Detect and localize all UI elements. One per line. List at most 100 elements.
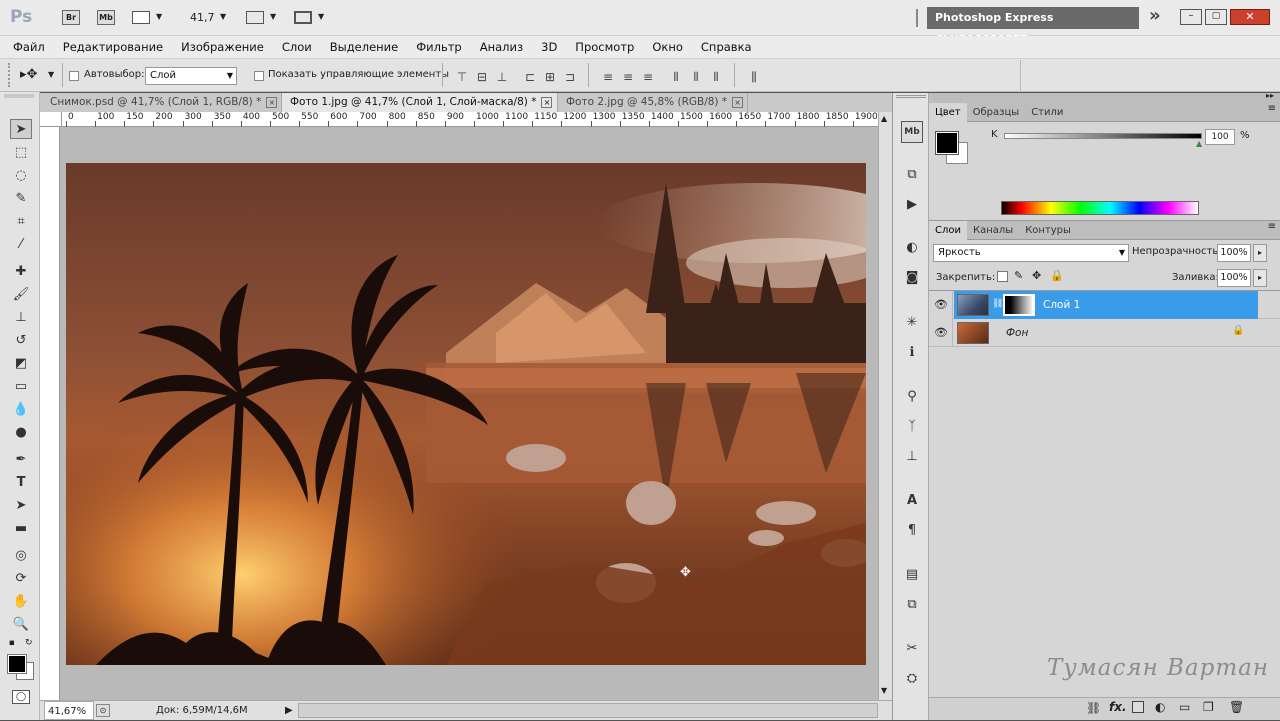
mask-icon[interactable]	[1132, 701, 1144, 713]
tab-paths[interactable]: Контуры	[1019, 221, 1077, 240]
mini-bridge-panel-icon[interactable]: Mb	[901, 121, 923, 143]
move-tool-icon[interactable]: ▸✥	[20, 67, 37, 82]
folder-icon[interactable]: ▭	[1179, 700, 1190, 714]
lock-position-icon[interactable]: ✥	[1032, 269, 1041, 282]
link-icon[interactable]: ⛓	[1086, 701, 1101, 715]
zoom-level[interactable]: 41,7	[190, 11, 215, 24]
layer-comps-panel-icon[interactable]: ⧉	[901, 593, 923, 615]
close-tab-icon[interactable]: ×	[541, 97, 553, 108]
swap-colors-icon[interactable]: ↻	[25, 638, 33, 648]
menu-3d[interactable]: 3D	[532, 36, 566, 58]
3d-panel-icon[interactable]: ⛭	[901, 667, 923, 689]
hand-tool-icon[interactable]: ✋	[10, 591, 32, 611]
tab-layers[interactable]: Слои	[929, 221, 967, 240]
ruler-origin[interactable]	[40, 112, 62, 127]
history-panel-icon[interactable]: ⧉	[901, 163, 923, 185]
close-tab-icon[interactable]: ×	[732, 97, 744, 108]
brush-panel-icon[interactable]: ᛉ	[901, 415, 923, 437]
tab-snimok[interactable]: Снимок.psd @ 41,7% (Слой 1, RGB/8) * ×	[42, 93, 282, 112]
lock-pixels-icon[interactable]: ✎	[1014, 269, 1023, 282]
menu-file[interactable]: Файл	[0, 36, 54, 58]
vertical-ruler[interactable]	[40, 127, 60, 700]
zoom-tool-icon[interactable]: 🔍	[10, 614, 32, 634]
menu-filter[interactable]: Фильтр	[407, 36, 471, 58]
navigator-panel-icon[interactable]: ✳	[901, 311, 923, 333]
fill-field[interactable]: 100%	[1217, 269, 1251, 287]
lock-all-icon[interactable]: 🔒	[1050, 269, 1064, 282]
color-fg-swatch[interactable]	[935, 131, 959, 155]
paragraph-panel-icon[interactable]: ¶	[901, 519, 923, 541]
menu-analysis[interactable]: Анализ	[471, 36, 532, 58]
layer-thumbnail[interactable]	[957, 322, 989, 344]
history-brush-tool-icon[interactable]: ↺	[10, 330, 32, 350]
scroll-up-icon[interactable]: ▲	[881, 114, 887, 123]
close-tab-icon[interactable]: ×	[266, 97, 278, 108]
tab-color[interactable]: Цвет	[929, 103, 967, 122]
gradient-tool-icon[interactable]: ▭	[10, 376, 32, 396]
3d-rotate-tool-icon[interactable]: ◎	[10, 545, 32, 565]
panel-menu-icon[interactable]: ≡	[1268, 221, 1276, 232]
k-value-field[interactable]: 100	[1205, 129, 1235, 145]
arrange-dropdown-icon[interactable]: ▼	[270, 12, 276, 21]
show-controls-checkbox[interactable]	[254, 69, 268, 82]
align-bottom-icon[interactable]: ⊥	[494, 67, 510, 87]
mini-bridge-button[interactable]: Mb	[97, 10, 115, 25]
close-button[interactable]: ✕	[1230, 9, 1270, 25]
tab-swatches[interactable]: Образцы	[967, 103, 1026, 122]
menu-help[interactable]: Справка	[692, 36, 761, 58]
tab-channels[interactable]: Каналы	[967, 221, 1019, 240]
align-left-icon[interactable]: ⊏	[522, 67, 538, 87]
view-extras-icon[interactable]	[132, 11, 150, 24]
align-right-icon[interactable]: ⊐	[562, 67, 578, 87]
vertical-scrollbar[interactable]: ▲ ▼	[878, 112, 892, 700]
eraser-tool-icon[interactable]: ◩	[10, 353, 32, 373]
opacity-slider-icon[interactable]: ▸	[1253, 244, 1267, 262]
minimize-button[interactable]: –	[1180, 9, 1202, 25]
lock-transparency-icon[interactable]	[997, 271, 1008, 282]
horizontal-ruler[interactable]: 0 100 150 200 300 350 400 500 550 600 700 800 850 900…	[62, 112, 878, 127]
layer-row-sloi1[interactable]: 👁 ⛓ Слой 1	[929, 291, 1280, 319]
screen-mode-icon[interactable]	[294, 11, 312, 24]
auto-align-icon[interactable]: ⫼	[746, 67, 762, 87]
fx-icon[interactable]: fx.	[1109, 700, 1127, 714]
menu-view[interactable]: Просмотр	[566, 36, 643, 58]
quick-mask-icon[interactable]: ◯	[12, 690, 30, 704]
marquee-tool-icon[interactable]: ⬚	[10, 142, 32, 162]
collapse-icon[interactable]: ▸▸	[1266, 91, 1274, 100]
distribute-vcenter-icon[interactable]: ≡	[620, 67, 636, 87]
visibility-eye-icon[interactable]: 👁	[933, 297, 949, 313]
align-vcenter-icon[interactable]: ⊟	[474, 67, 490, 87]
more-workspaces-icon[interactable]: »	[1149, 5, 1161, 26]
visibility-eye-icon[interactable]: 👁	[933, 325, 949, 341]
layer-mask-thumbnail[interactable]	[1003, 294, 1035, 316]
dodge-tool-icon[interactable]: ●	[10, 422, 32, 442]
actions-panel-icon[interactable]: ▶	[901, 193, 923, 215]
canvas-area[interactable]: ✥	[60, 127, 878, 700]
type-tool-icon[interactable]: T	[10, 472, 32, 492]
brush-presets-panel-icon[interactable]: ⚲	[901, 385, 923, 407]
menu-edit[interactable]: Редактирование	[54, 36, 172, 58]
slider-thumb-icon[interactable]: ▲	[1196, 139, 1202, 148]
share-icon[interactable]: ⊙	[96, 704, 110, 717]
layer-row-fon[interactable]: 👁 Фон 🔒	[929, 319, 1280, 347]
brush-tool-icon[interactable]: 🖌	[10, 284, 32, 304]
move-tool-icon[interactable]: ➤	[10, 119, 32, 139]
lasso-tool-icon[interactable]: ◌	[10, 165, 32, 185]
tab-foto2[interactable]: Фото 2.jpg @ 45,8% (RGB/8) * ×	[558, 93, 748, 112]
zoom-field[interactable]: 41,67%	[44, 701, 94, 720]
distribute-bottom-icon[interactable]: ≡	[640, 67, 656, 87]
k-slider[interactable]	[1004, 133, 1202, 139]
menu-layers[interactable]: Слои	[273, 36, 321, 58]
distribute-left-icon[interactable]: ⦀	[668, 67, 684, 87]
blur-tool-icon[interactable]: 💧	[10, 399, 32, 419]
panel-menu-icon[interactable]: ≡	[1268, 103, 1276, 114]
workspace-button[interactable]: Photoshop Express CLUB18839577	[927, 7, 1139, 46]
horizontal-scrollbar[interactable]	[298, 703, 878, 718]
adjustment-icon[interactable]: ◐	[1155, 700, 1165, 714]
view-extras-dropdown-icon[interactable]: ▼	[156, 12, 162, 21]
healing-brush-tool-icon[interactable]: ✚	[10, 261, 32, 281]
stamp-tool-icon[interactable]: ⊥	[10, 307, 32, 327]
distribute-hcenter-icon[interactable]: ⦀	[688, 67, 704, 87]
autoselect-checkbox[interactable]	[69, 69, 83, 82]
clone-source-panel-icon[interactable]: ⊥	[901, 445, 923, 467]
